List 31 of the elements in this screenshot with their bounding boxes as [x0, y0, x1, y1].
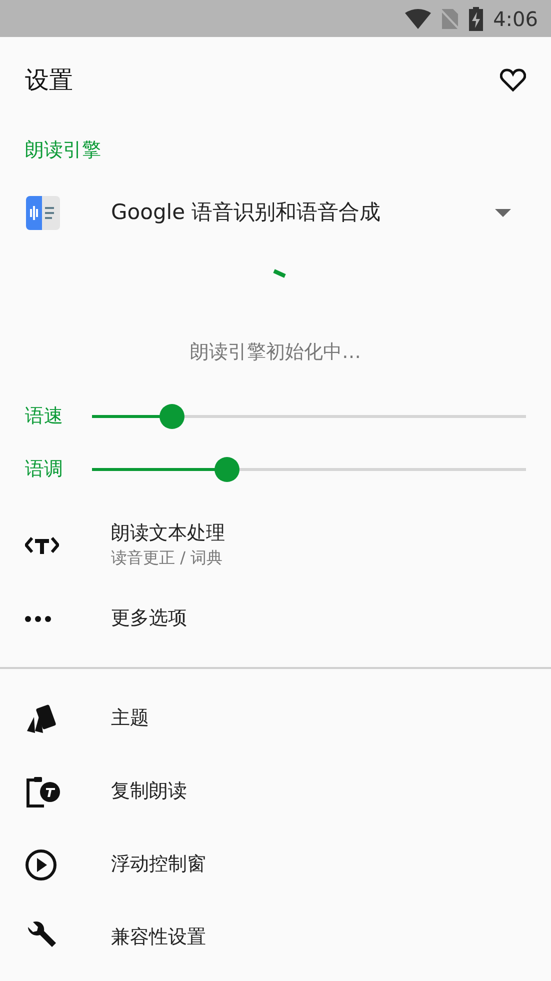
- dropdown-caret-icon: [495, 209, 511, 217]
- item-subtitle: 读音更正 / 词典: [111, 548, 224, 568]
- voice-doc-icon: [25, 195, 61, 231]
- angle-brackets-t-icon: [25, 535, 59, 555]
- heart-icon[interactable]: [500, 68, 526, 92]
- battery-icon: [469, 6, 484, 30]
- engine-name: Google 语音识别和语音合成: [111, 199, 382, 226]
- item-title[interactable]: 主题: [111, 706, 149, 730]
- wifi-icon: [405, 8, 432, 28]
- loading-spinner: [272, 269, 286, 279]
- no-sim-icon: [441, 8, 460, 30]
- slider[interactable]: [92, 404, 526, 429]
- cards-icon: [25, 702, 59, 734]
- item-title[interactable]: 朗读文本处理: [111, 522, 225, 546]
- item-title[interactable]: 兼容性设置: [111, 926, 206, 950]
- clock: 4:06: [493, 6, 538, 32]
- page-title: 设置: [25, 64, 73, 96]
- slider[interactable]: [92, 457, 526, 482]
- slider-thumb[interactable]: [214, 457, 240, 482]
- item-title[interactable]: 更多选项: [111, 606, 187, 630]
- play-circle-icon: [25, 848, 57, 880]
- section-header: 朗读引擎: [25, 138, 101, 163]
- slider-label: 语速: [25, 404, 64, 430]
- slider-thumb[interactable]: [159, 404, 184, 429]
- engine-dropdown[interactable]: Google 语音识别和语音合成: [0, 178, 551, 248]
- item-title[interactable]: 复制朗读: [111, 780, 187, 804]
- item-title[interactable]: 浮动控制窗: [111, 852, 206, 876]
- engine-status: 朗读引擎初始化中…: [190, 340, 361, 366]
- clipboard-t-icon: [25, 776, 61, 808]
- more-icon: [25, 616, 51, 622]
- slider-label: 语调: [25, 457, 64, 482]
